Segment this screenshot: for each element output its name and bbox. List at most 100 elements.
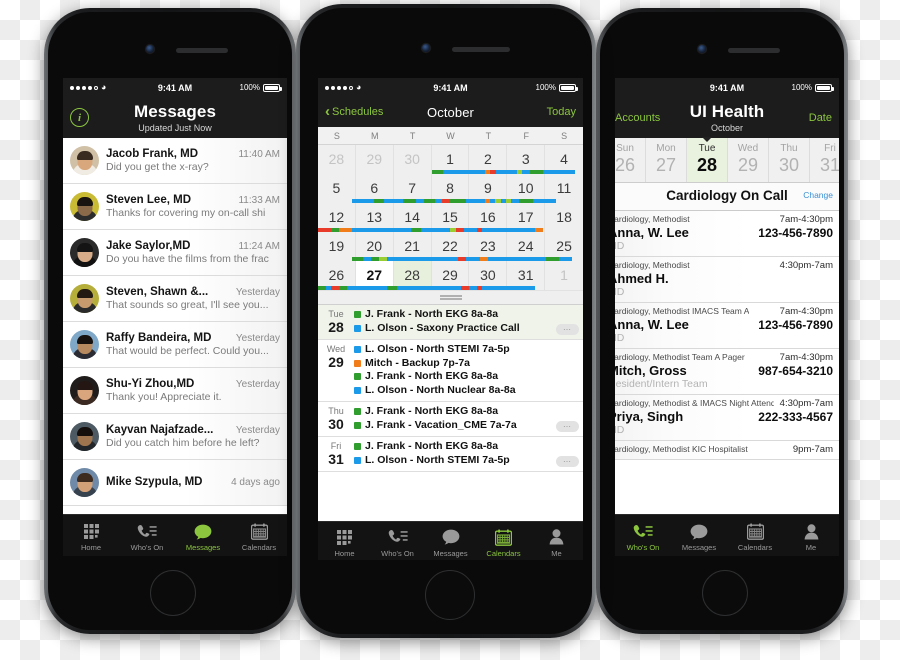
date-cell[interactable]: Thu 30 [769,138,810,182]
event-color-swatch [354,373,361,381]
calendar-grid[interactable]: 28 29 30 1 2 3 4 5 6 7 8 9 10 11 12 13 14 15 16 17 18 19 20 21 2… [318,145,583,290]
date-cell[interactable]: Fri 31 [810,138,839,182]
phone-device-right: 9:41 AM 100% Accounts UI Health October … [596,8,848,634]
oncall-role: MD [615,286,625,298]
message-row[interactable]: Steven, Shawn &... Yesterday That sounds s… [63,276,287,322]
date-button[interactable]: Date [809,112,832,124]
date-cell[interactable]: Tue 28 [687,137,728,182]
oncall-row[interactable]: Cardiology, Methodist 4:30pm-7am Ahmed H.M… [615,257,839,303]
agenda-day-row[interactable]: Fri 31 J. Frank - North EKG 8a-8a L. Olson … [318,437,583,472]
event-color-swatch [354,311,361,319]
tab-messages[interactable]: Messages [175,515,231,556]
agenda-event[interactable]: J. Frank - North EKG 8a-8a [354,370,579,384]
oncall-row[interactable]: Cardiology, Methodist Team A Pager 7am-4:… [615,349,839,395]
oncall-row[interactable]: Cardiology, Methodist IMACS Team A 7am-4:… [615,303,839,349]
tab-label: Messages [185,543,221,552]
grid-icon [336,528,353,547]
message-row[interactable]: Mike Szypula, MD 4 days ago [63,460,287,506]
selected-caret-icon [702,137,712,142]
weekday-label: S [333,131,340,141]
message-preview: Do you have the films from the frac [106,253,269,265]
oncall-list[interactable]: Cardiology, Methodist 7am-4:30pm Anna, W. … [615,211,839,460]
nav-bar-middle: ‹ Schedules October Today [318,97,583,127]
agenda-event[interactable]: L. Olson - North STEMI 7a-5p [354,343,579,357]
oncall-name: Ahmed H. [615,271,669,286]
message-row[interactable]: Shu-Yi Zhou,MD Yesterday Thank you! Apprec… [63,368,287,414]
tab-who-s-on[interactable]: Who's On [615,515,671,556]
date-cell[interactable]: Wed 29 [728,138,769,182]
home-button-right[interactable] [702,570,748,616]
tab-messages[interactable]: Messages [424,522,477,560]
tab-label: Who's On [130,543,164,552]
agenda-event[interactable]: L. Olson - North Nuclear 8a-8a [354,384,579,398]
back-button-schedules[interactable]: ‹ Schedules [325,104,383,119]
oncall-phone[interactable]: 222-333-4567 [758,410,833,424]
message-row[interactable]: Jacob Frank, MD 11:40 AM Did you get the x… [63,138,287,184]
agenda-event[interactable]: J. Frank - North EKG 8a-8a [354,308,579,322]
tab-calendars[interactable]: Calendars [477,522,530,560]
message-preview: Thank you! Appreciate it. [106,391,222,403]
agenda-daynum: 31 [328,451,344,467]
agenda-event[interactable]: L. Olson - Saxony Practice Call [354,322,579,336]
avatar [70,284,99,313]
tab-bar-middle[interactable]: Home Who's On Messages Calendars Me [318,521,583,560]
today-button[interactable]: Today [547,106,576,118]
message-body: Jacob Frank, MD 11:40 AM Did you get the x… [106,148,280,173]
date-cell[interactable]: Mon 27 [646,138,687,182]
agenda-day-row[interactable]: Tue 28 J. Frank - North EKG 8a-8a L. Olson … [318,305,583,340]
section-header-oncall: Cardiology On Call Change [615,183,839,211]
tab-bar-right[interactable]: Who's On Messages Calendars Me [615,514,839,556]
agenda-event[interactable]: Mitch - Backup 7p-7a [354,357,579,371]
message-row[interactable]: Steven Lee, MD 11:33 AM Thanks for coverin… [63,184,287,230]
oncall-phone[interactable]: 987-654-3210 [758,364,833,378]
tab-messages[interactable]: Messages [671,515,727,556]
oncall-time: 7am-4:30pm [779,214,833,225]
agenda-event[interactable]: J. Frank - North EKG 8a-8a [354,440,579,454]
event-text: L. Olson - Saxony Practice Call [365,321,520,334]
agenda-event[interactable]: J. Frank - North EKG 8a-8a [354,405,579,419]
more-options-button[interactable]: ⋯ [556,324,579,335]
more-options-button[interactable]: ⋯ [556,456,579,467]
tab-home[interactable]: Home [63,515,119,556]
tab-calendars[interactable]: Calendars [727,515,783,556]
weekday-label: S [561,131,568,141]
avatar [70,192,99,221]
home-button-left[interactable] [150,570,196,616]
oncall-phone[interactable]: 123-456-7890 [758,318,833,332]
oncall-phone[interactable]: 123-456-7890 [758,226,833,240]
oncall-time: 7am-4:30pm [779,306,833,317]
event-agenda-list[interactable]: Tue 28 J. Frank - North EKG 8a-8a L. Olson … [318,305,583,472]
tab-who-s-on[interactable]: Who's On [119,515,175,556]
phone-list-icon [633,522,653,541]
message-row[interactable]: Kayvan Najafzade... Yesterday Did you catc… [63,414,287,460]
tab-me[interactable]: Me [783,515,839,556]
nav-bar-left: i Messages Updated Just Now [63,97,287,138]
event-text: L. Olson - North Nuclear 8a-8a [365,383,516,396]
more-options-button[interactable]: ⋯ [556,421,579,432]
tab-me[interactable]: Me [530,522,583,560]
message-row[interactable]: Jake Saylor,MD 11:24 AM Do you have the fi… [63,230,287,276]
change-button[interactable]: Change [803,190,833,200]
avatar [70,422,99,451]
date-selector-strip[interactable]: Sun 26 Mon 27 Tue 28 Wed 29 Thu 30 Fri 31 [615,137,839,183]
oncall-row[interactable]: Cardiology, Methodist KIC Hospitalist 9pm… [615,441,839,460]
message-row[interactable]: Raffy Bandeira, MD Yesterday That would be… [63,322,287,368]
info-button[interactable]: i [70,108,89,127]
chat-bubble-icon [194,522,212,541]
date-cell[interactable]: Sun 26 [615,138,646,182]
messages-list[interactable]: Jacob Frank, MD 11:40 AM Did you get the x… [63,138,287,515]
oncall-row[interactable]: Cardiology, Methodist & IMACS Night Atte… [615,395,839,441]
battery-area: 100% [240,83,282,92]
oncall-row[interactable]: Cardiology, Methodist 7am-4:30pm Anna, W. … [615,211,839,257]
agenda-day-row[interactable]: Thu 30 J. Frank - North EKG 8a-8a J. Frank … [318,402,583,437]
tab-bar-left[interactable]: Home Who's On Messages Calendars [63,514,287,556]
calendar-resize-handle[interactable] [318,290,583,305]
agenda-event[interactable]: J. Frank - Vacation_CME 7a-7a [354,419,579,433]
agenda-event[interactable]: L. Olson - North STEMI 7a-5p [354,454,579,468]
home-button-middle[interactable] [425,570,475,620]
tab-home[interactable]: Home [318,522,371,560]
agenda-day-row[interactable]: Wed 29 L. Olson - North STEMI 7a-5p Mitch -… [318,340,583,402]
tab-who-s-on[interactable]: Who's On [371,522,424,560]
tab-calendars[interactable]: Calendars [231,515,287,556]
back-button-accounts[interactable]: Accounts [615,112,660,124]
